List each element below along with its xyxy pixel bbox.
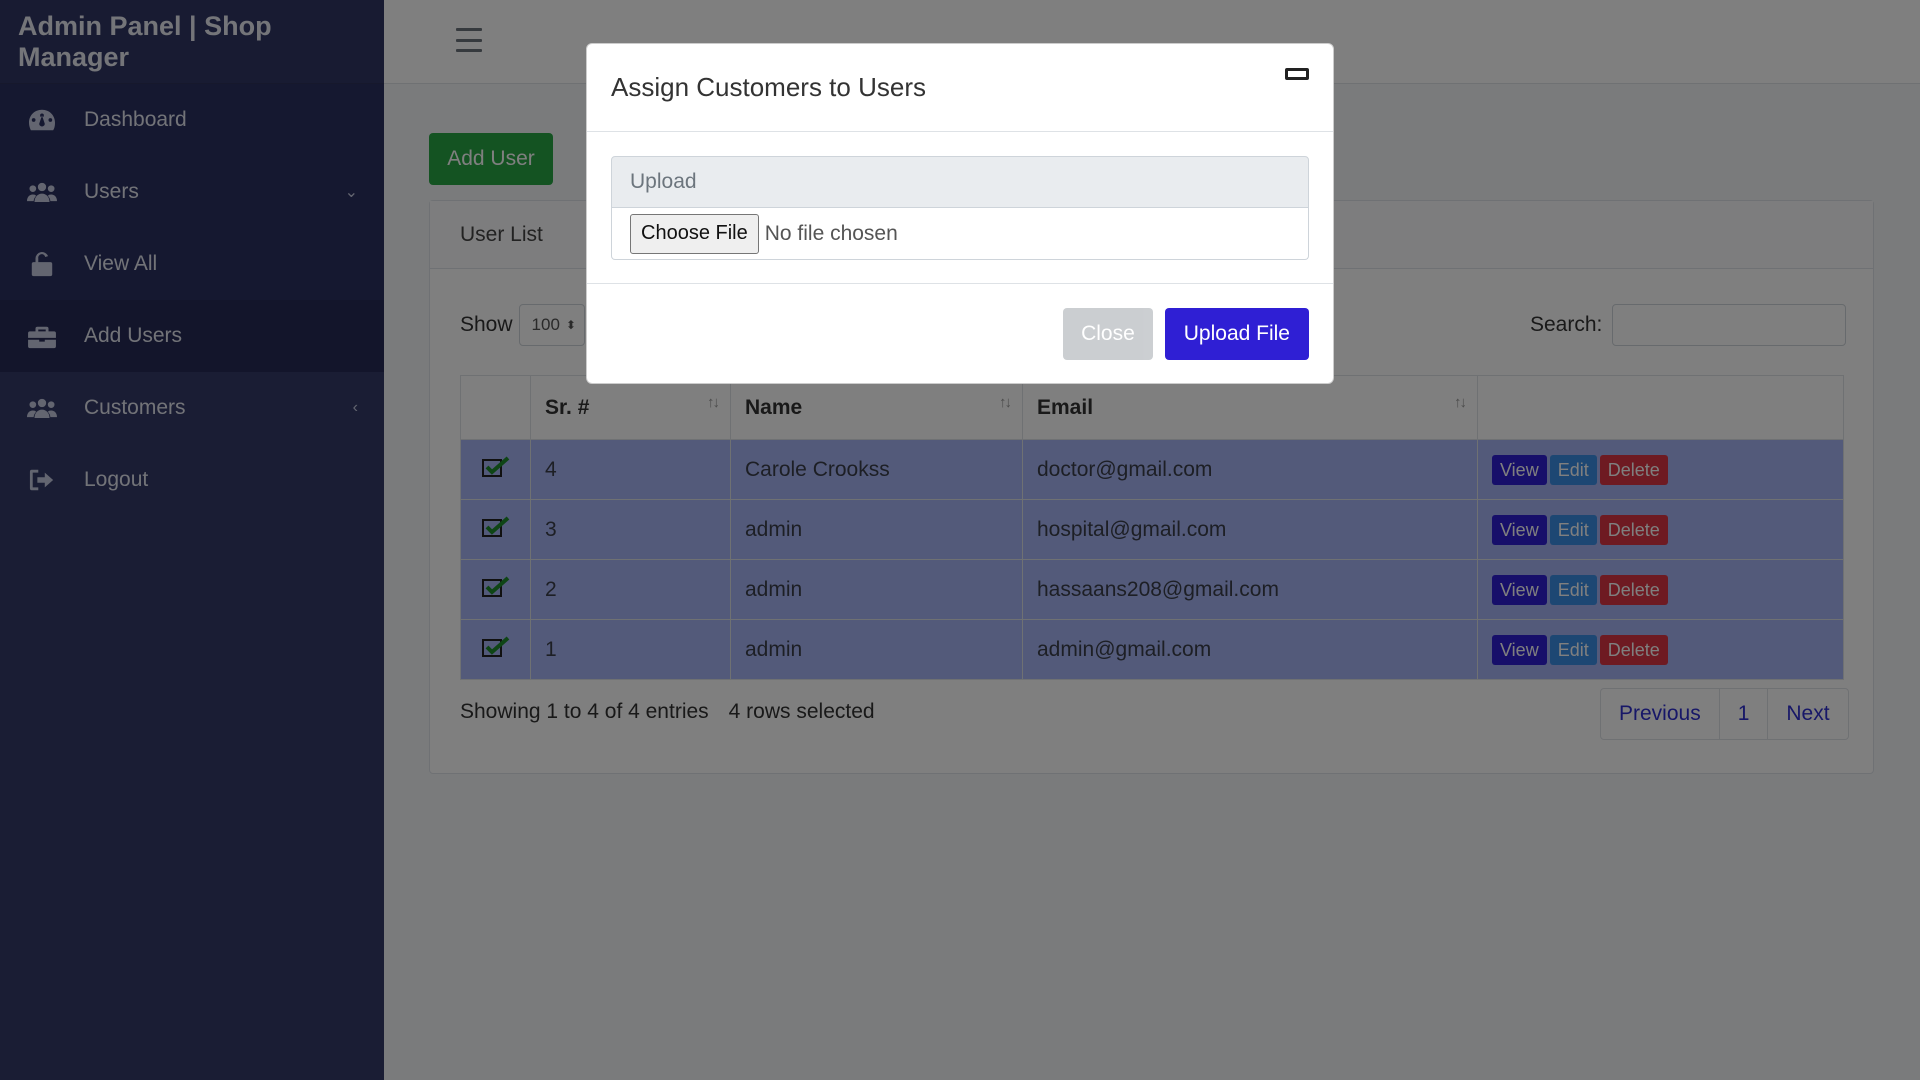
modal-header: Assign Customers to Users	[587, 44, 1333, 132]
choose-file-button[interactable]: Choose File	[630, 213, 759, 254]
modal-close-icon[interactable]	[1285, 68, 1309, 80]
file-input[interactable]: Choose File No file chosen	[611, 208, 1309, 260]
modal-body: Upload Choose File No file chosen	[587, 132, 1333, 284]
modal-title: Assign Customers to Users	[611, 72, 926, 102]
upload-label: Upload	[611, 156, 1309, 208]
assign-customers-modal: Assign Customers to Users Upload Choose …	[586, 43, 1334, 384]
upload-file-button[interactable]: Upload File	[1164, 308, 1309, 360]
no-file-text: No file chosen	[764, 221, 898, 245]
close-button[interactable]: Close	[1063, 308, 1153, 360]
modal-footer: Close Upload File	[587, 284, 1333, 384]
